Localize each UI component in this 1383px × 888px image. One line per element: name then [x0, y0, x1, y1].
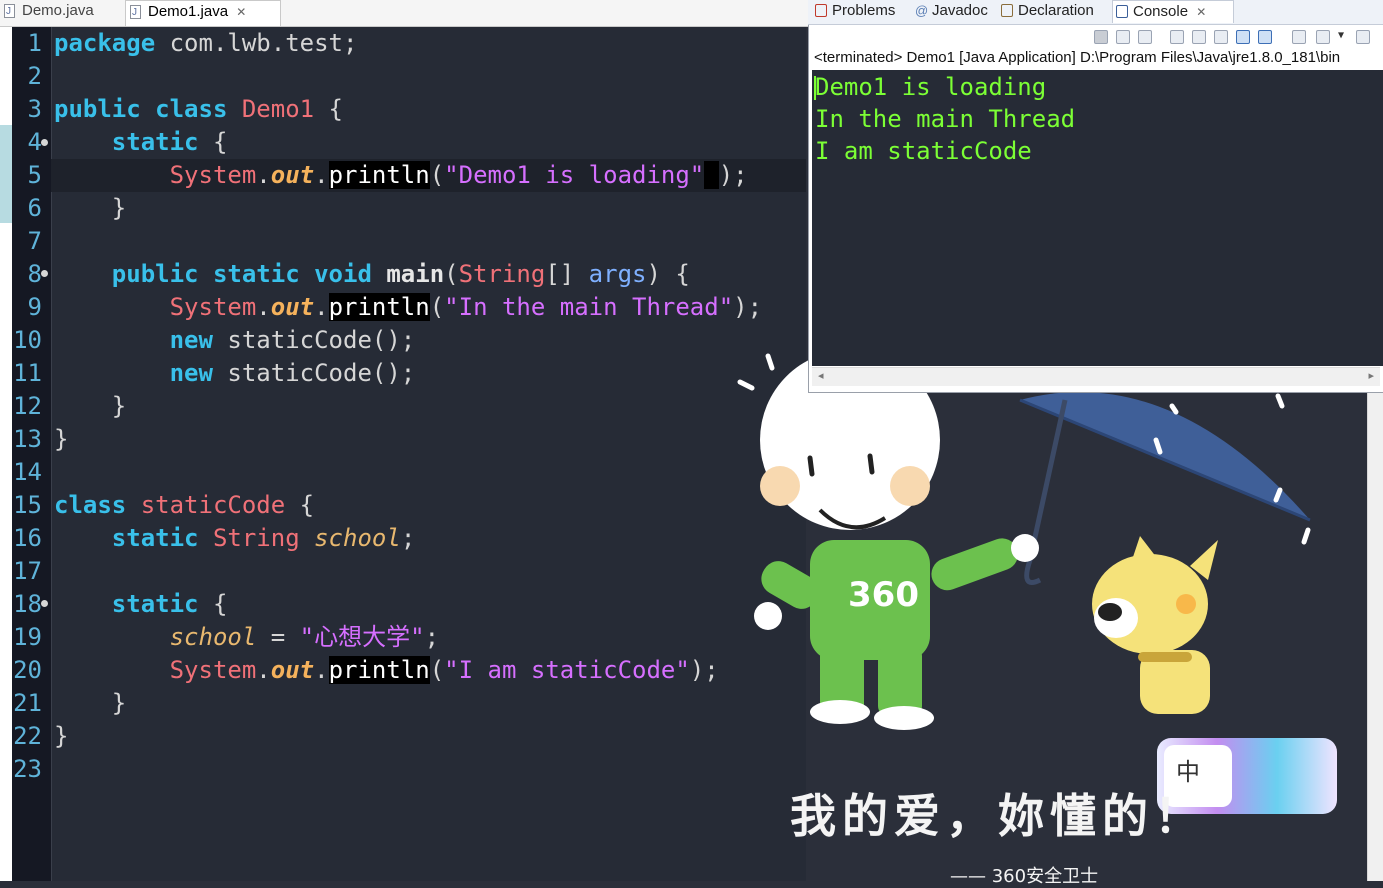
code-line-16: static String school;	[111, 524, 416, 552]
line-number: 13	[13, 425, 42, 453]
line-number: 3	[27, 95, 42, 123]
pin-console-icon[interactable]	[1292, 30, 1306, 44]
line-number: 18	[13, 590, 42, 618]
wallpaper-slogan: 我的爱，妳懂的！	[790, 789, 1206, 843]
console-status-label: <terminated> Demo1 [Java Application] D:…	[814, 49, 1341, 66]
wallpaper-signature: —— 360安全卫士	[950, 866, 1099, 887]
code-line-20: System.out.println("I am staticCode");	[169, 656, 719, 684]
line-number: 23	[13, 755, 42, 783]
wallpaper-illustration: 360	[737, 350, 1311, 730]
code-line-13: }	[54, 425, 69, 453]
tab-label: Demo.java	[22, 2, 94, 19]
java-file-icon	[130, 2, 141, 24]
tab-label: Declaration	[1018, 2, 1094, 19]
line-number: 6	[27, 194, 42, 222]
change-marker	[0, 125, 12, 223]
tab-label: Javadoc	[932, 2, 988, 19]
editor-vertical-scrollbar[interactable]	[1367, 393, 1383, 881]
line-number: 17	[13, 557, 42, 585]
shirt-logo-text: 360	[848, 575, 919, 615]
fold-marker-icon[interactable]	[41, 139, 48, 146]
line-number: 7	[27, 227, 42, 255]
line-number: 2	[27, 62, 42, 90]
line-number: 15	[13, 491, 42, 519]
declaration-icon	[1001, 4, 1013, 17]
code-line-15: class staticCode {	[54, 491, 315, 519]
line-number: 10	[13, 326, 42, 354]
line-number: 20	[13, 656, 42, 684]
editor-tab-bar: Demo.java Demo1.java ✕	[0, 0, 808, 27]
line-number: 12	[13, 392, 42, 420]
code-line-3: public class Demo1 {	[54, 95, 344, 123]
tab-declaration[interactable]: Declaration	[998, 0, 1094, 22]
console-toolbar: ▼	[1088, 26, 1380, 48]
show-on-stderr-icon[interactable]	[1258, 30, 1272, 44]
line-number: 4	[27, 128, 42, 156]
code-line-8: public static void main(String[] args) {	[111, 260, 690, 288]
tab-problems[interactable]: Problems	[812, 0, 895, 22]
chevron-down-icon[interactable]: ▼	[1338, 30, 1352, 44]
at-icon: @	[915, 3, 929, 18]
line-number: 21	[13, 689, 42, 717]
open-console-icon[interactable]	[1356, 30, 1370, 44]
code-line-22: }	[54, 722, 69, 750]
tab-label: Console	[1133, 3, 1189, 20]
java-file-icon	[4, 1, 15, 23]
code-line-18: static {	[111, 590, 228, 618]
tab-label: Demo1.java	[148, 3, 229, 20]
problems-icon	[815, 4, 827, 17]
text-cursor	[814, 76, 816, 100]
code-line-11: new staticCode();	[169, 359, 416, 387]
tab-label: Problems	[832, 2, 896, 19]
console-icon	[1116, 5, 1128, 18]
tab-javadoc[interactable]: @ Javadoc	[912, 0, 988, 22]
console-output-line: In the main Thread	[815, 105, 1076, 133]
fold-marker-icon[interactable]	[41, 600, 48, 607]
line-number: 11	[13, 359, 42, 387]
console-horizontal-scrollbar[interactable]: ◂ ▸	[812, 367, 1380, 386]
close-tab-icon[interactable]: ✕	[236, 5, 246, 19]
line-number: 22	[13, 722, 42, 750]
word-wrap-icon[interactable]	[1214, 30, 1228, 44]
scroll-right-icon[interactable]: ▸	[1368, 369, 1374, 382]
remove-all-icon[interactable]	[1138, 30, 1152, 44]
line-number: 19	[13, 623, 42, 651]
remove-launch-icon[interactable]	[1116, 30, 1130, 44]
tab-demo1-java[interactable]: Demo1.java ✕	[125, 0, 281, 26]
display-console-icon[interactable]	[1316, 30, 1330, 44]
scroll-left-icon[interactable]: ◂	[818, 369, 824, 382]
code-line-6: }	[54, 194, 127, 222]
code-line-19: school = "心想大学";	[169, 623, 440, 651]
tab-demo-java[interactable]: Demo.java	[0, 0, 140, 25]
clear-console-icon[interactable]	[1170, 30, 1184, 44]
code-line-5: System.out.println("Demo1 is loading" );	[169, 161, 748, 189]
line-number: 8	[27, 260, 42, 288]
line-number: 5	[27, 161, 42, 189]
code-line-9: System.out.println("In the main Thread")…	[169, 293, 763, 321]
line-number: 1	[27, 29, 42, 57]
code-line-10: new staticCode();	[169, 326, 416, 354]
console-output-line: Demo1 is loading	[815, 73, 1047, 101]
fold-marker-icon[interactable]	[41, 270, 48, 277]
terminate-icon[interactable]	[1094, 30, 1108, 44]
code-line-4: static {	[111, 128, 228, 156]
code-line-12: }	[54, 392, 127, 420]
close-tab-icon[interactable]: ✕	[1196, 5, 1206, 19]
line-number: 9	[27, 293, 42, 321]
code-line-21: }	[54, 689, 127, 717]
show-on-stdout-icon[interactable]	[1236, 30, 1250, 44]
scroll-lock-icon[interactable]	[1192, 30, 1206, 44]
code-line-1: package com.lwb.test;	[54, 29, 358, 57]
console-tab-bar: Problems @ Javadoc Declaration Console ✕	[808, 0, 1383, 25]
tab-console[interactable]: Console ✕	[1112, 0, 1234, 23]
console-output-line: I am staticCode	[815, 137, 1032, 165]
line-number: 16	[13, 524, 42, 552]
line-number: 14	[13, 458, 42, 486]
